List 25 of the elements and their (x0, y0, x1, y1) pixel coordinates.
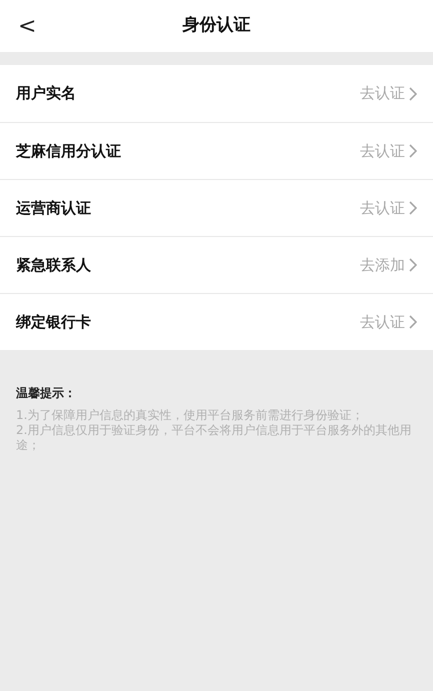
list-item[interactable]: 用户实名 去认证 (0, 65, 433, 122)
item-label: 用户实名 (16, 83, 76, 104)
item-action: 去认证 (360, 198, 405, 219)
item-label: 芝麻信用分认证 (16, 140, 121, 162)
page-title: 身份认证 (182, 14, 250, 38)
item-label: 运营商认证 (16, 198, 91, 219)
list-item[interactable]: 芝麻信用分认证 去认证 (0, 122, 433, 179)
chevron-icon (409, 86, 417, 100)
tip-text: 1.为了保障用户信息的真实性，使用平台服务前需进行身份验证； (16, 408, 364, 423)
item-label: 紧急联系人 (16, 254, 91, 276)
back-button[interactable]: < (14, 10, 40, 43)
list-item[interactable]: 绑定银行卡 去认证 (0, 293, 433, 350)
chevron-icon (409, 201, 417, 215)
list-item[interactable]: 运营商认证 去认证 (0, 179, 433, 236)
chevron-icon (409, 258, 417, 272)
tip-text: 2.用户信息仅用于验证身份，平台不会将用户信息用于平台服务外的其他用途； (16, 423, 412, 453)
tips-title: 温馨提示： (16, 385, 77, 402)
chevron-icon (409, 315, 417, 329)
item-action: 去认证 (360, 140, 405, 162)
item-action: 去添加 (360, 254, 405, 276)
item-action: 去认证 (360, 312, 405, 333)
item-label: 绑定银行卡 (16, 312, 91, 333)
chevron-icon (409, 144, 417, 158)
list-item[interactable]: 紧急联系人 去添加 (0, 236, 433, 293)
item-action: 去认证 (360, 83, 405, 104)
